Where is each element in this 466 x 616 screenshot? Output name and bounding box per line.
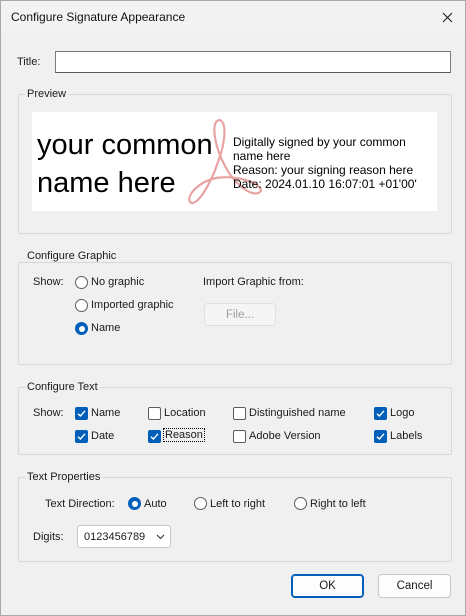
name-graphic-radio[interactable]: Name bbox=[75, 322, 185, 337]
direction-ltr-radio[interactable]: Left to right bbox=[194, 497, 284, 512]
checkbox-unchecked-icon bbox=[233, 430, 246, 443]
radio-on-icon bbox=[75, 322, 88, 335]
no-graphic-label: No graphic bbox=[91, 276, 145, 288]
adobe-version-checkbox[interactable]: Adobe Version bbox=[233, 430, 333, 445]
close-button[interactable] bbox=[435, 5, 459, 29]
signature-details: Digitally signed by your common name her… bbox=[233, 135, 417, 191]
configure-text-title: Configure Text bbox=[25, 381, 100, 393]
name-checkbox[interactable]: Name bbox=[75, 407, 135, 422]
radio-off-icon bbox=[75, 299, 88, 312]
digits-label: Digits: bbox=[33, 531, 64, 543]
direction-auto-label: Auto bbox=[144, 498, 167, 510]
configure-signature-dialog: Configure Signature Appearance Title: Pr… bbox=[0, 0, 466, 616]
reason-checkbox-label: Reason bbox=[163, 428, 205, 442]
labels-checkbox-label: Labels bbox=[390, 430, 423, 442]
details-line: Reason: your signing reason here bbox=[233, 163, 414, 177]
import-graphic-label: Import Graphic from: bbox=[203, 276, 304, 288]
logo-checkbox-label: Logo bbox=[390, 407, 415, 419]
signer-name-line1: your common bbox=[37, 129, 213, 161]
signer-name-line2: name here bbox=[37, 167, 176, 199]
radio-off-icon bbox=[194, 497, 207, 510]
details-line: Date: 2024.01.10 16:07:01 +01'00' bbox=[233, 177, 417, 191]
distinguished-name-checkbox[interactable]: Distinguished name bbox=[233, 407, 363, 422]
checkbox-unchecked-icon bbox=[148, 407, 161, 420]
text-direction-label: Text Direction: bbox=[45, 498, 115, 510]
imported-graphic-label: Imported graphic bbox=[91, 299, 174, 311]
configure-graphic-title: Configure Graphic bbox=[25, 250, 119, 262]
labels-checkbox[interactable]: Labels bbox=[374, 430, 434, 445]
direction-auto-radio[interactable]: Auto bbox=[128, 497, 188, 512]
logo-checkbox[interactable]: Logo bbox=[374, 407, 424, 422]
adobe-version-checkbox-label: Adobe Version bbox=[249, 430, 321, 442]
direction-rtl-label: Right to left bbox=[310, 498, 366, 510]
title-bar: Configure Signature Appearance bbox=[1, 1, 465, 33]
details-line: name here bbox=[233, 149, 291, 163]
radio-on-icon bbox=[128, 497, 141, 510]
graphic-show-label: Show: bbox=[33, 276, 64, 288]
distinguished-name-checkbox-label: Distinguished name bbox=[249, 407, 346, 419]
text-properties-group bbox=[18, 477, 452, 562]
digits-select-value: 0123456789 bbox=[84, 531, 146, 543]
chevron-down-icon bbox=[156, 534, 165, 540]
signature-preview: your common name here Digitally signed b… bbox=[32, 112, 437, 211]
radio-off-icon bbox=[75, 276, 88, 289]
imported-graphic-radio[interactable]: Imported graphic bbox=[75, 299, 185, 314]
radio-off-icon bbox=[294, 497, 307, 510]
checkbox-checked-icon bbox=[75, 407, 88, 420]
no-graphic-radio[interactable]: No graphic bbox=[75, 276, 185, 291]
location-checkbox[interactable]: Location bbox=[148, 407, 218, 422]
direction-rtl-radio[interactable]: Right to left bbox=[294, 497, 384, 512]
details-line: Digitally signed by your common bbox=[233, 135, 406, 149]
digits-select[interactable]: 0123456789 bbox=[77, 525, 171, 548]
text-show-label: Show: bbox=[33, 407, 64, 419]
file-button[interactable]: File... bbox=[204, 303, 276, 326]
date-checkbox[interactable]: Date bbox=[75, 430, 135, 445]
title-field-label: Title: bbox=[17, 56, 41, 68]
cancel-button[interactable]: Cancel bbox=[378, 574, 451, 598]
checkbox-checked-icon bbox=[374, 430, 387, 443]
checkbox-unchecked-icon bbox=[233, 407, 246, 420]
direction-ltr-label: Left to right bbox=[210, 498, 266, 510]
checkbox-checked-icon bbox=[148, 430, 161, 443]
location-checkbox-label: Location bbox=[164, 407, 206, 419]
ok-button[interactable]: OK bbox=[291, 574, 364, 598]
name-checkbox-label: Name bbox=[91, 407, 121, 419]
date-checkbox-label: Date bbox=[91, 430, 115, 442]
text-properties-title: Text Properties bbox=[25, 471, 103, 483]
reason-checkbox[interactable]: Reason bbox=[148, 428, 218, 445]
checkbox-checked-icon bbox=[75, 430, 88, 443]
close-icon bbox=[442, 12, 452, 22]
preview-group-title: Preview bbox=[25, 88, 69, 100]
window-title: Configure Signature Appearance bbox=[11, 10, 186, 24]
title-input[interactable] bbox=[55, 51, 451, 73]
signer-name-graphic: your common name here bbox=[37, 126, 213, 202]
name-graphic-label: Name bbox=[91, 322, 121, 334]
checkbox-checked-icon bbox=[374, 407, 387, 420]
